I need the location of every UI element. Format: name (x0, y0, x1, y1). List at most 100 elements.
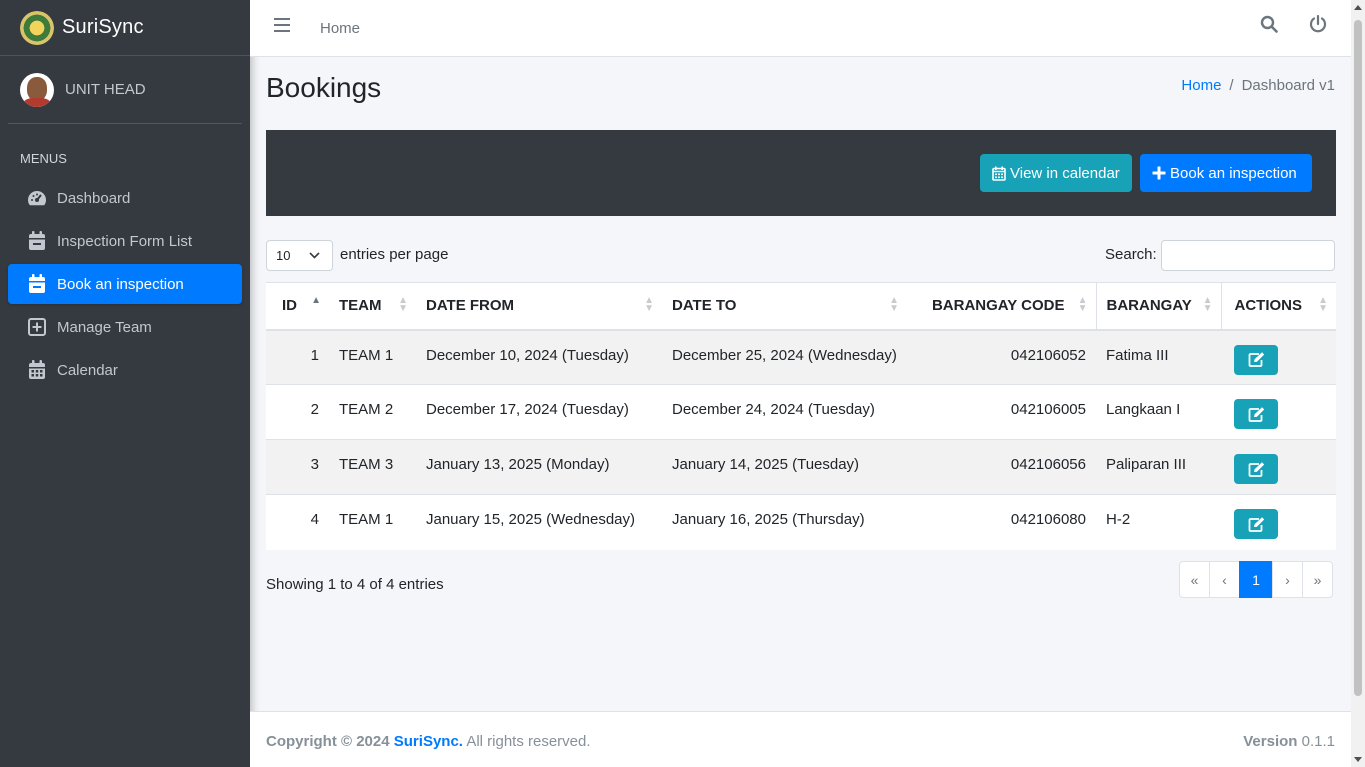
cell-date-to: January 14, 2025 (Tuesday) (662, 439, 907, 495)
cell-barangay-code: 042106056 (907, 439, 1096, 495)
breadcrumb-separator: / (1229, 77, 1234, 94)
search-icon[interactable] (1260, 15, 1278, 37)
cell-actions (1221, 329, 1336, 385)
footer: Copyright © 2024 SuriSync. All rights re… (250, 711, 1351, 767)
cell-actions (1221, 384, 1336, 440)
sidebar-item-calendar[interactable]: Calendar (8, 350, 242, 390)
column-header-team[interactable]: TEAM ▲ ▼ (329, 282, 416, 331)
topbar-home-link[interactable]: Home (320, 20, 360, 37)
table-info: Showing 1 to 4 of 4 entries (266, 576, 444, 593)
cell-id: 3 (266, 439, 329, 495)
sidebar-item-label: Calendar (57, 361, 118, 379)
table-row: 2 TEAM 2 December 17, 2024 (Tuesday) Dec… (266, 384, 1336, 440)
view-in-calendar-label: View in calendar (1010, 164, 1120, 182)
scroll-up-arrow-icon[interactable] (1354, 5, 1362, 10)
user-panel[interactable]: UNIT HEAD (8, 56, 242, 124)
sort-icon: ▲ ▼ (1318, 295, 1328, 314)
column-header-label: DATE FROM (426, 297, 515, 315)
chevron-down-icon (309, 252, 320, 259)
pagination-prev[interactable]: ‹ (1209, 561, 1240, 598)
column-header-barangay[interactable]: BARANGAY ▲ ▼ (1095, 282, 1222, 331)
sidebar-item-label: Book an inspection (57, 275, 184, 293)
edit-button[interactable] (1234, 454, 1278, 484)
footer-copyright: Copyright © 2024 SuriSync. All rights re… (266, 733, 591, 750)
sidebar-item-manage-team[interactable]: Manage Team (8, 307, 242, 347)
top-navbar: Home (250, 0, 1351, 57)
cell-date-from: December 17, 2024 (Tuesday) (416, 384, 662, 440)
pagination-next[interactable]: › (1272, 561, 1303, 598)
column-header-date-to[interactable]: DATE TO ▲ ▼ (662, 282, 907, 331)
table-row: 4 TEAM 1 January 15, 2025 (Wednesday) Ja… (266, 494, 1336, 550)
column-header-id[interactable]: ID ▲ (266, 282, 329, 331)
menu-toggle-icon[interactable] (274, 18, 290, 32)
sidebar: SuriSync UNIT HEAD MENUS Dashboard Inspe… (0, 0, 250, 767)
pagination-page-current[interactable]: 1 (1239, 561, 1273, 598)
sort-icon: ▲ ▼ (398, 295, 408, 314)
bookings-table: ID ▲ TEAM ▲ ▼ DATE FROM ▲ ▼ DATE TO ▲ ▼ BARANGA… (266, 282, 1336, 550)
calendar-icon (992, 166, 1006, 181)
edit-icon (1248, 516, 1264, 532)
table-header-row: ID ▲ TEAM ▲ ▼ DATE FROM ▲ ▼ DATE TO ▲ ▼ BARANGA… (266, 282, 1336, 331)
scrollbar-thumb[interactable] (1354, 20, 1362, 696)
column-header-label: DATE TO (672, 297, 737, 315)
sort-icon: ▲ ▼ (1202, 295, 1213, 314)
column-header-date-from[interactable]: DATE FROM ▲ ▼ (416, 282, 662, 331)
table-row: 3 TEAM 3 January 13, 2025 (Monday) Janua… (266, 439, 1336, 495)
copyright-text: Copyright © 2024 (266, 733, 390, 750)
column-header-actions[interactable]: ACTIONS ▲ ▼ (1221, 282, 1336, 331)
sort-icon: ▲ ▼ (1077, 295, 1088, 314)
sidebar-item-book-an-inspection[interactable]: Book an inspection (8, 264, 242, 304)
cell-id: 4 (266, 494, 329, 550)
cell-date-to: January 16, 2025 (Thursday) (662, 494, 907, 550)
sort-asc-icon: ▲ (311, 295, 321, 306)
rights-text: All rights reserved. (466, 733, 591, 750)
plus-square-icon (27, 317, 47, 337)
edit-button[interactable] (1234, 509, 1278, 539)
pagination: « ‹ 1 › » (1179, 561, 1333, 598)
calendar-minus-icon (27, 231, 47, 251)
avatar (20, 72, 54, 107)
cell-date-to: December 24, 2024 (Tuesday) (662, 384, 907, 440)
entries-per-page-select[interactable]: 10 (266, 240, 333, 271)
cell-team: TEAM 2 (329, 384, 416, 440)
pagination-last[interactable]: » (1302, 561, 1333, 598)
cell-date-from: January 13, 2025 (Monday) (416, 439, 662, 495)
book-an-inspection-button[interactable]: Book an inspection (1140, 154, 1312, 192)
cell-date-from: January 15, 2025 (Wednesday) (416, 494, 662, 550)
brand-link[interactable]: SuriSync (0, 0, 250, 56)
breadcrumb-home-link[interactable]: Home (1181, 77, 1221, 94)
table-search-input[interactable] (1161, 240, 1335, 271)
menu-header: MENUS (20, 151, 67, 166)
pagination-first[interactable]: « (1179, 561, 1210, 598)
column-header-barangay-code[interactable]: BARANGAY CODE ▲ ▼ (907, 282, 1096, 331)
cell-barangay-code: 042106052 (907, 329, 1096, 385)
calendar-minus-icon (27, 274, 47, 294)
plus-icon (1152, 166, 1166, 180)
version-label: Version (1243, 733, 1298, 750)
cell-date-from: December 10, 2024 (Tuesday) (416, 329, 662, 385)
sidebar-item-inspection-form-list[interactable]: Inspection Form List (8, 221, 242, 261)
edit-button[interactable] (1234, 344, 1278, 375)
cell-barangay-code: 042106005 (907, 384, 1096, 440)
column-header-label: BARANGAY CODE (931, 297, 1065, 315)
cell-barangay: H-2 (1096, 494, 1221, 550)
sort-icon: ▲ ▼ (644, 295, 654, 314)
version-value: 0.1.1 (1301, 733, 1335, 750)
cell-actions (1221, 494, 1336, 550)
edit-icon (1248, 406, 1264, 422)
sidebar-item-label: Manage Team (57, 318, 152, 336)
breadcrumb: Home / Dashboard v1 (1181, 77, 1335, 94)
edit-button[interactable] (1234, 399, 1278, 429)
card-header: View in calendar Book an inspection (266, 130, 1336, 216)
cell-id: 2 (266, 384, 329, 440)
power-off-icon[interactable] (1308, 14, 1328, 38)
footer-brand-link[interactable]: SuriSync. (394, 733, 463, 750)
sidebar-item-dashboard[interactable]: Dashboard (8, 178, 242, 218)
scroll-down-arrow-icon[interactable] (1354, 757, 1362, 762)
sidebar-item-label: Dashboard (57, 189, 131, 207)
cell-barangay: Fatima III (1096, 329, 1221, 385)
brand-name-light: Sync (98, 16, 144, 38)
cell-id: 1 (266, 329, 329, 385)
view-in-calendar-button[interactable]: View in calendar (980, 154, 1132, 192)
page-scrollbar[interactable] (1351, 0, 1365, 767)
